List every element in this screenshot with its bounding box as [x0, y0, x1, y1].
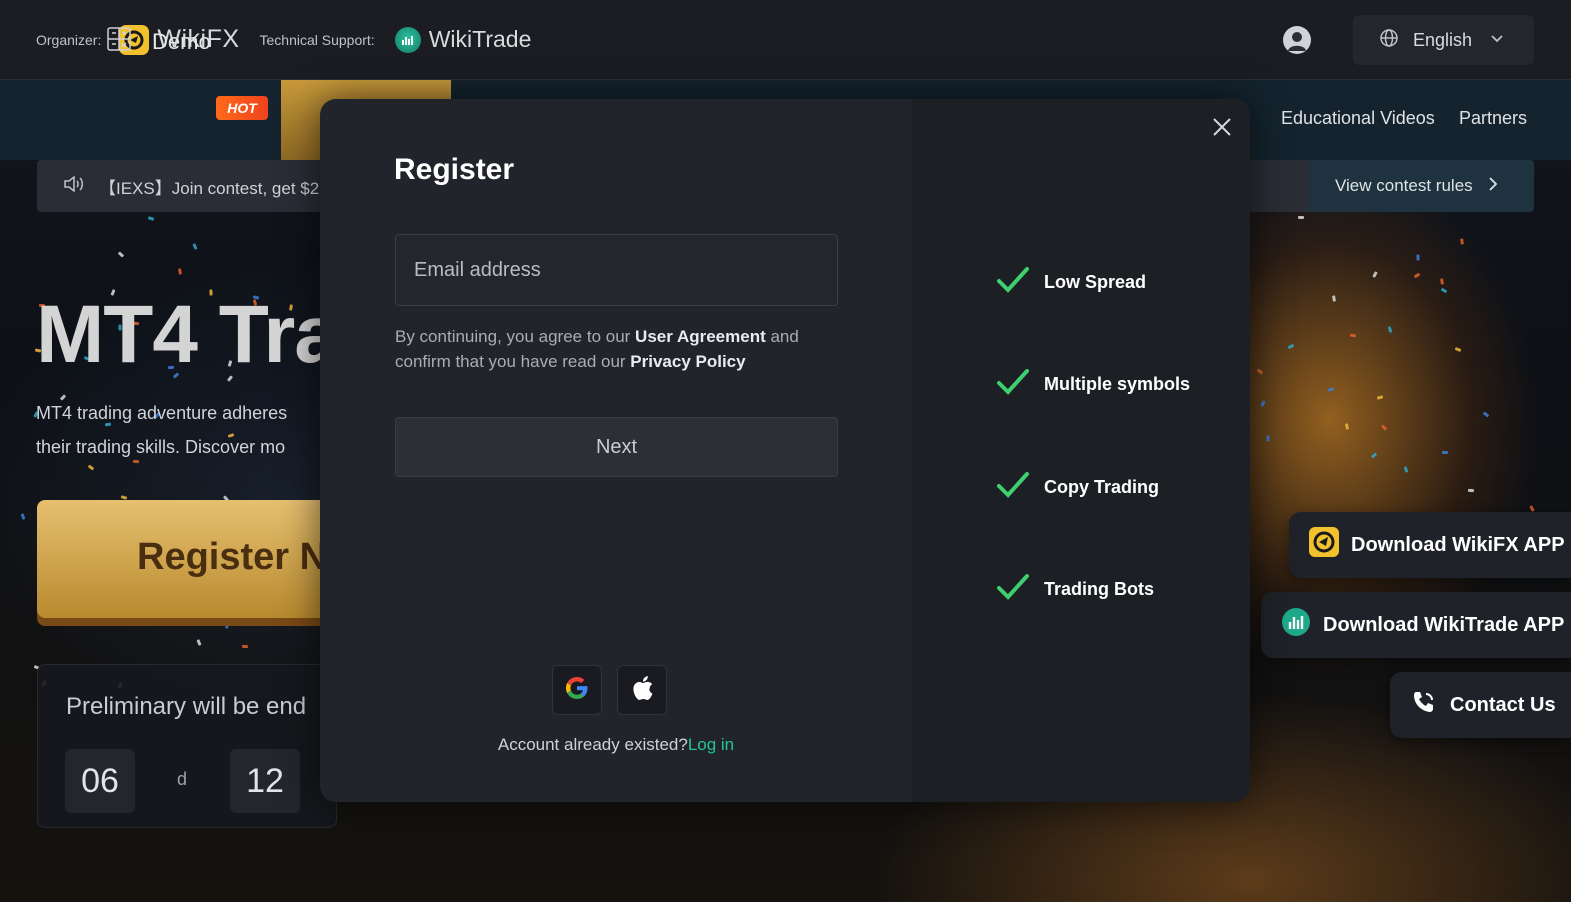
modal-title: Register [394, 153, 515, 186]
hero-desc-line-1: MT4 trading adventure adheres [36, 403, 288, 423]
nav-demo-label: Demo [152, 28, 211, 54]
nav-item-educational-videos[interactable]: Educational Videos [1281, 108, 1435, 129]
wikitrade-brand-name: WikiTrade [428, 26, 532, 52]
confetti-piece [1467, 488, 1474, 492]
feature-label: Trading Bots [1044, 579, 1155, 599]
account-existed-text: Account already existed? [497, 735, 688, 754]
organizer-label: Organizer: [36, 31, 102, 48]
calculator-icon [106, 26, 132, 57]
contact-us-label: Contact Us [1450, 693, 1556, 716]
close-icon[interactable] [1204, 109, 1240, 145]
hero-description: MT4 trading adventure adheres their trad… [36, 396, 320, 464]
confetti-piece [1416, 254, 1420, 261]
download-wikifx-app-button[interactable]: Download WikiFX APP [1289, 512, 1571, 578]
register-modal: Register By continuing, you agree to our… [320, 99, 1250, 802]
feature-item: Low Spread [996, 265, 1146, 300]
hero-title: MT4 Tra [36, 289, 326, 380]
language-label: English [1413, 29, 1473, 50]
login-link[interactable]: Log in [688, 735, 734, 754]
countdown-panel: Preliminary will be end 06 d 12 [37, 664, 337, 828]
apple-login-button[interactable] [617, 665, 667, 715]
chevron-right-icon [1489, 176, 1497, 196]
download-wikitrade-app-button[interactable]: Download WikiTrade APP [1261, 592, 1571, 658]
nav-item-partners[interactable]: Partners [1459, 108, 1527, 129]
language-selector[interactable]: English [1353, 15, 1534, 65]
phone-icon [1410, 688, 1438, 722]
google-login-button[interactable] [552, 665, 602, 715]
email-field[interactable] [395, 234, 838, 306]
user-agreement-link[interactable]: User Agreement [635, 327, 766, 346]
privacy-policy-link[interactable]: Privacy Policy [630, 352, 745, 371]
contact-us-button[interactable]: Contact Us [1390, 672, 1571, 738]
feature-item: Multiple symbols [996, 367, 1190, 402]
feature-label: Multiple symbols [1044, 374, 1191, 394]
wikitrade-logo-icon [394, 26, 421, 53]
check-icon [996, 367, 1030, 402]
confetti-piece [1441, 450, 1448, 454]
chevron-down-icon [1490, 31, 1504, 49]
speaker-icon [63, 174, 85, 199]
feature-label: Copy Trading [1044, 477, 1160, 497]
wikitrade-app-icon [1281, 607, 1311, 643]
apple-icon [630, 675, 654, 706]
countdown-day-unit: d [177, 769, 188, 789]
top-header: Organizer: WikiFX Technical Support: Wik… [0, 0, 1571, 80]
check-icon [996, 572, 1030, 607]
check-icon [996, 470, 1030, 505]
announcement-text: 【IEXS】Join contest, get $2 [99, 178, 320, 198]
wikitrade-brand[interactable]: WikiTrade [394, 26, 532, 53]
contest-rules-label: View contest rules [1335, 176, 1473, 195]
feature-item: Copy Trading [996, 470, 1159, 505]
hot-badge: HOT [216, 96, 268, 120]
download-wikitrade-label: Download WikiTrade APP [1323, 613, 1565, 636]
user-icon[interactable] [1283, 26, 1311, 54]
nav-item-demo[interactable]: Demo [106, 26, 211, 57]
agreement-prefix: By continuing, you agree to our [395, 327, 636, 346]
confetti-piece [241, 644, 249, 649]
countdown-label: Preliminary will be end [66, 693, 307, 720]
confetti-piece [225, 621, 229, 629]
feature-item: Trading Bots [996, 572, 1154, 607]
login-prompt: Account already existed?Log in [320, 735, 912, 755]
google-icon [564, 675, 590, 706]
hero-desc-line-2: their trading skills. Discover mo [36, 437, 286, 457]
view-contest-rules-link[interactable]: View contest rules [1309, 160, 1534, 212]
countdown-days: 06 [65, 749, 135, 813]
next-button[interactable]: Next [395, 417, 838, 477]
support-label: Technical Support: [259, 31, 375, 48]
agreement-text: By continuing, you agree to our User Agr… [395, 324, 835, 374]
feature-label: Low Spread [1044, 272, 1147, 292]
globe-icon [1379, 28, 1399, 53]
check-icon [996, 265, 1030, 300]
wikifx-app-icon [1309, 527, 1339, 563]
features-panel [912, 99, 1250, 802]
download-wikifx-label: Download WikiFX APP [1351, 533, 1565, 556]
register-now-button[interactable]: Register N [37, 500, 337, 618]
countdown-hours: 12 [230, 749, 300, 813]
